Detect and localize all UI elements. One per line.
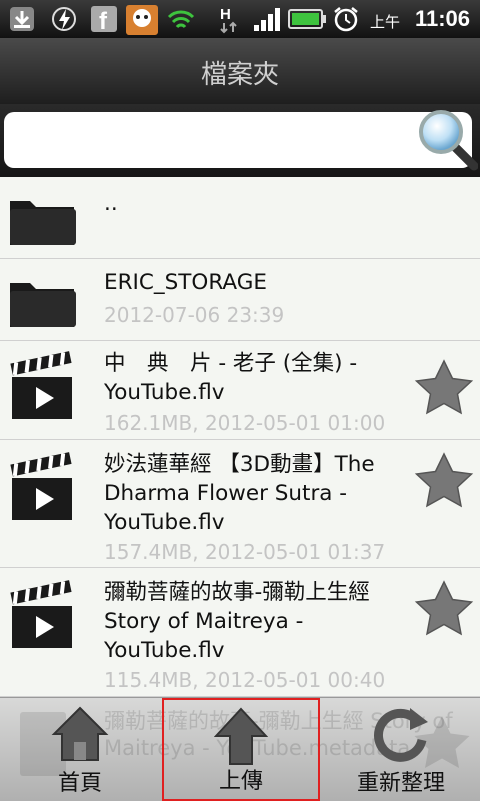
page-title: 檔案夾 xyxy=(200,60,279,90)
file-name: 彌勒菩薩的故事-彌勒上生經 Story of Maitreya - YouTub… xyxy=(104,580,370,663)
refresh-button[interactable]: 重新整理 xyxy=(322,698,480,801)
home-icon xyxy=(50,704,110,766)
star-icon[interactable] xyxy=(414,359,474,419)
alarm-icon xyxy=(332,5,360,37)
star-icon[interactable] xyxy=(414,580,474,640)
svg-text:H: H xyxy=(220,6,231,23)
video-clapper-icon xyxy=(8,351,74,425)
list-item-video[interactable]: 妙法蓮華經 【3D動畫】The Dharma Flower Sutra - Yo… xyxy=(0,440,480,568)
file-meta: 162.1MB, 2012-05-01 01:00 xyxy=(104,411,386,435)
home-button[interactable]: 首頁 xyxy=(0,698,160,801)
file-name: .. xyxy=(104,191,118,216)
upload-label: 上傳 xyxy=(218,769,263,794)
video-clapper-icon xyxy=(8,580,74,654)
status-bar: f H 上午 11:06 xyxy=(0,0,480,38)
list-item-parent[interactable]: .. xyxy=(0,177,480,259)
refresh-label: 重新整理 xyxy=(356,771,445,796)
folder-icon xyxy=(8,273,78,333)
file-meta: 157.4MB, 2012-05-01 01:37 xyxy=(104,540,386,564)
search-bar xyxy=(0,104,480,177)
folder-icon xyxy=(8,191,78,251)
refresh-icon xyxy=(370,704,432,768)
search-icon xyxy=(419,110,479,171)
star-icon[interactable] xyxy=(414,452,474,512)
file-list[interactable]: .. ERIC_STORAGE 2012-07-06 23:39 中 典 片 -… xyxy=(0,177,480,697)
title-bar: 檔案夾 xyxy=(0,38,480,105)
status-time: 11:06 xyxy=(414,6,470,31)
bonjour-icon xyxy=(126,5,158,39)
home-label: 首頁 xyxy=(57,771,102,796)
list-item-folder[interactable]: ERIC_STORAGE 2012-07-06 23:39 xyxy=(0,259,480,341)
bottom-nav: 彌勒菩薩的故事-彌勒上生經 Story of Maitreya - YouTub… xyxy=(0,697,480,801)
list-item-video[interactable]: 彌勒菩薩的故事-彌勒上生經 Story of Maitreya - YouTub… xyxy=(0,568,480,697)
svg-text:f: f xyxy=(99,8,108,33)
video-clapper-icon xyxy=(8,452,74,526)
file-meta: 2012-07-06 23:39 xyxy=(104,303,285,327)
file-name: ERIC_STORAGE xyxy=(104,270,267,295)
search-input[interactable] xyxy=(4,112,472,168)
signal-icon xyxy=(252,5,284,37)
battery-icon xyxy=(288,5,328,37)
facebook-icon: f xyxy=(90,5,118,37)
lightning-icon xyxy=(50,5,78,37)
file-name: 中 典 片 - 老子 (全集) - YouTube.flv xyxy=(104,351,358,405)
list-item-video[interactable]: 中 典 片 - 老子 (全集) - YouTube.flv 162.1MB, 2… xyxy=(0,341,480,440)
status-ampm: 上午 xyxy=(369,13,400,31)
file-name: 妙法蓮華經 【3D動畫】The Dharma Flower Sutra - Yo… xyxy=(104,452,375,535)
hplus-icon: H xyxy=(218,5,240,39)
wifi-icon xyxy=(166,5,196,37)
upload-button[interactable]: 上傳 xyxy=(162,698,320,801)
file-meta: 115.4MB, 2012-05-01 00:40 xyxy=(104,668,386,692)
download-icon xyxy=(8,5,36,37)
search-button[interactable] xyxy=(414,106,479,172)
